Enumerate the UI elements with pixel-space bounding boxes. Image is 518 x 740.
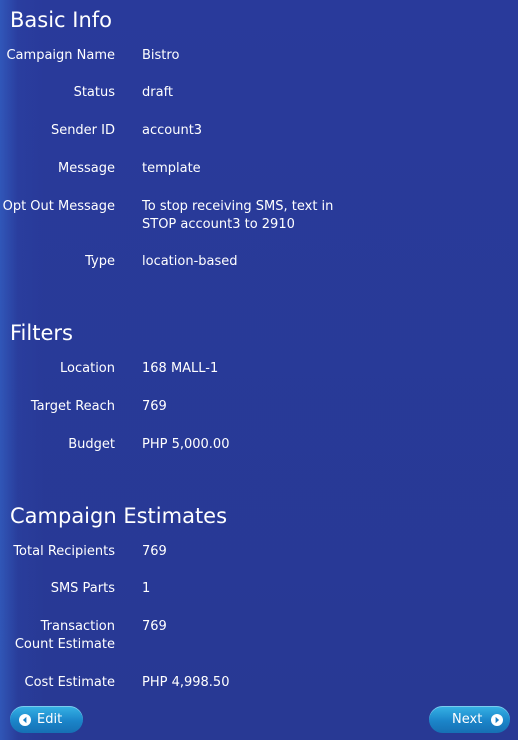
section-title-campaign-estimates: Campaign Estimates [10, 504, 228, 528]
type-label: Type [85, 254, 115, 269]
budget-label: Budget [68, 437, 115, 452]
cost-estimate-label: Cost Estimate [24, 675, 115, 690]
next-button-label: Next [452, 712, 483, 727]
sender-id-label: Sender ID [50, 123, 115, 138]
location-label: Location [60, 361, 115, 376]
total-recipients-value: 769 [142, 544, 167, 559]
message-value: template [142, 161, 201, 176]
total-recipients-label: Total Recipients [13, 544, 115, 559]
status-value: draft [142, 85, 174, 100]
type-value: location-based [142, 254, 238, 269]
transaction-count-estimate-label-line1: Transaction [40, 619, 115, 634]
sms-parts-label: SMS Parts [50, 581, 115, 596]
status-label: Status [73, 85, 115, 100]
next-button[interactable]: Next [429, 706, 510, 733]
opt-out-message-value-line2: STOP account3 to 2910 [142, 217, 295, 232]
campaign-name-label: Campaign Name [6, 48, 115, 63]
transaction-count-estimate-value: 769 [142, 619, 167, 634]
cost-estimate-value: PHP 4,998.50 [142, 675, 230, 690]
edit-button-label: Edit [37, 712, 63, 727]
edit-button[interactable]: Edit [10, 706, 83, 733]
sms-parts-value: 1 [142, 581, 151, 596]
transaction-count-estimate-label-line2: Count Estimate [14, 637, 115, 652]
section-title-filters: Filters [10, 321, 73, 345]
opt-out-message-label: Opt Out Message [2, 199, 115, 214]
sender-id-value: account3 [142, 123, 203, 138]
target-reach-value: 769 [142, 399, 167, 414]
opt-out-message-value-line1: To stop receiving SMS, text in [142, 199, 334, 214]
campaign-name-value: Bistro [142, 48, 180, 63]
arrow-left-circle-icon [19, 713, 31, 726]
arrow-right-circle-icon [491, 713, 504, 726]
section-title-basic-info: Basic Info [10, 8, 113, 32]
target-reach-label: Target Reach [30, 399, 115, 414]
budget-value: PHP 5,000.00 [142, 437, 230, 452]
message-label: Message [58, 161, 115, 176]
location-value: 168 MALL-1 [142, 361, 219, 376]
